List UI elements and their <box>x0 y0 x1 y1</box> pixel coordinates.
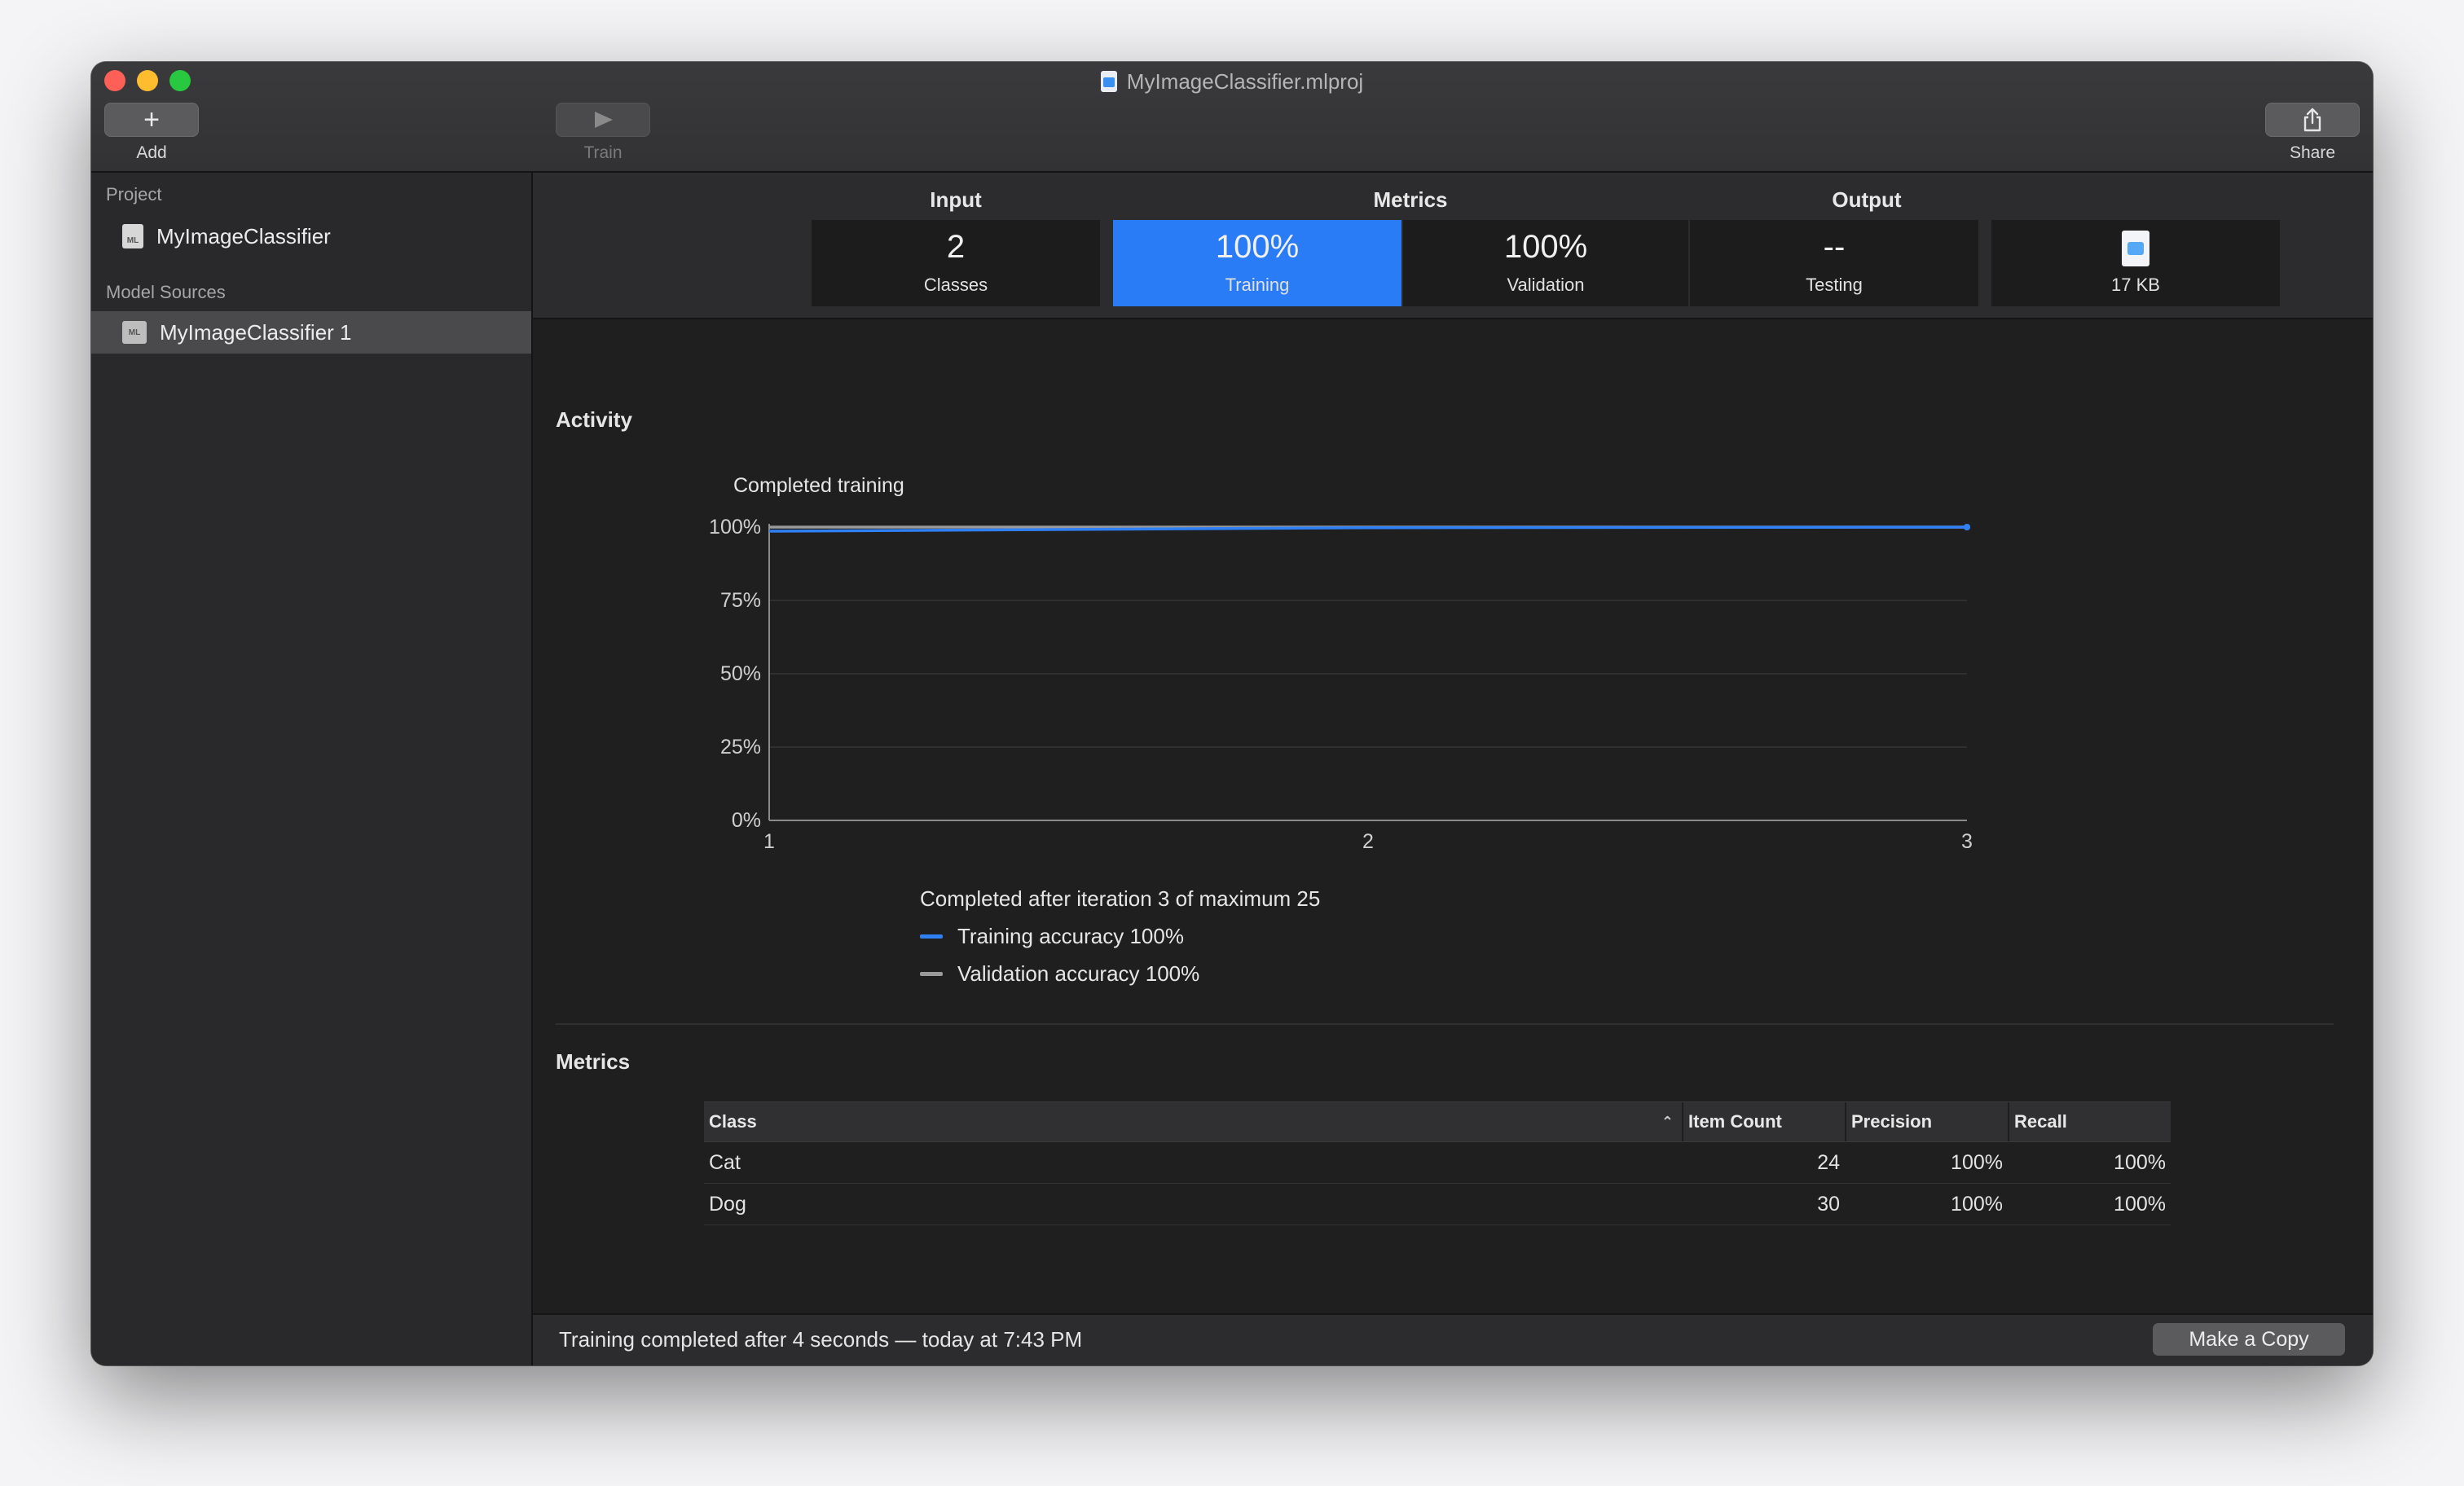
iteration-summary: Completed after iteration 3 of maximum 2… <box>920 886 1321 911</box>
project-file-icon: ML <box>122 224 143 248</box>
validation-label: Validation <box>1507 275 1585 295</box>
sidebar-item-project-label: MyImageClassifier <box>156 223 331 248</box>
cell-recall: 100% <box>2114 1192 2166 1216</box>
legend-training-swatch <box>920 934 943 939</box>
training-value: 100% <box>1215 229 1300 265</box>
cell-item-count: 30 <box>1817 1192 1840 1216</box>
add-button[interactable]: + <box>104 103 199 137</box>
status-text: Training completed after 4 seconds — tod… <box>559 1327 1083 1352</box>
legend-validation-label: Validation accuracy 100% <box>957 961 1200 986</box>
input-header: Input <box>930 187 982 212</box>
summary-bar: Input Metrics Output 2 Classes 100% Trai… <box>533 173 2373 319</box>
x-tick-label: 1 <box>763 830 775 853</box>
training-accuracy-chart: 0% 25% 50% 75% 100% 1 2 3 <box>709 516 1973 853</box>
y-tick-label: 75% <box>720 589 761 612</box>
share-control: Share <box>2265 103 2360 163</box>
plus-icon: + <box>143 104 160 135</box>
train-button[interactable] <box>556 103 650 137</box>
play-icon <box>595 112 613 128</box>
cell-recall: 100% <box>2114 1150 2166 1174</box>
cell-item-count: 24 <box>1817 1150 1840 1174</box>
legend-training: Training accuracy 100% <box>920 924 1184 949</box>
training-card[interactable]: 100% Training <box>1113 220 1401 306</box>
validation-value: 100% <box>1503 229 1588 265</box>
validation-card[interactable]: 100% Validation <box>1403 220 1688 306</box>
output-header: Output <box>1832 187 1902 212</box>
column-header-class[interactable]: Class ⌃ <box>704 1102 1682 1141</box>
title-bar: MyImageClassifier.mlproj <box>91 65 2373 98</box>
share-label: Share <box>2289 143 2336 162</box>
window-title: MyImageClassifier.mlproj <box>1126 68 1364 94</box>
classes-value: 2 <box>946 229 966 265</box>
classes-label: Classes <box>923 275 988 295</box>
metrics-title: Metrics <box>556 1049 631 1074</box>
legend-validation-swatch <box>920 972 943 976</box>
status-bar: Training completed after 4 seconds — tod… <box>533 1313 2373 1365</box>
cell-precision: 100% <box>1951 1192 2003 1216</box>
testing-label: Testing <box>1806 275 1863 295</box>
add-control: + Add <box>104 103 199 163</box>
model-source-icon: ML <box>122 321 147 344</box>
metrics-header: Metrics <box>1373 187 1448 212</box>
cell-class: Dog <box>709 1192 746 1216</box>
sidebar-header-project: Project <box>106 184 162 204</box>
column-header-precision[interactable]: Precision <box>1845 1102 2008 1141</box>
make-a-copy-button[interactable]: Make a Copy <box>2153 1323 2345 1356</box>
testing-value: -- <box>1823 229 1846 265</box>
metrics-table: Class ⌃ Item Count Precision Recall Cat … <box>704 1101 2171 1225</box>
activity-title: Activity <box>556 407 632 432</box>
output-card[interactable]: 17 KB <box>1991 220 2280 306</box>
testing-card[interactable]: -- Testing <box>1690 220 1978 306</box>
x-tick-label: 3 <box>1961 830 1973 853</box>
table-row[interactable]: Dog 30 100% 100% <box>704 1184 2171 1225</box>
sidebar-item-model-source-label: MyImageClassifier 1 <box>160 319 352 345</box>
data-point <box>1964 524 1970 530</box>
classes-card[interactable]: 2 Classes <box>812 220 1100 306</box>
y-tick-label: 50% <box>720 662 761 685</box>
share-icon <box>2303 108 2321 132</box>
mlmodel-file-icon <box>2122 231 2149 266</box>
cell-precision: 100% <box>1951 1150 2003 1174</box>
sort-ascending-icon: ⌃ <box>1661 1113 1674 1130</box>
output-size: 17 KB <box>2111 275 2160 295</box>
app-window: MyImageClassifier.mlproj + Add Train Sha… <box>91 62 2373 1365</box>
column-header-item-count[interactable]: Item Count <box>1682 1102 1845 1141</box>
sidebar-item-model-source[interactable]: ML MyImageClassifier 1 <box>91 311 531 354</box>
sidebar: Project ML MyImageClassifier Model Sourc… <box>91 173 533 1365</box>
y-tick-label: 0% <box>732 809 761 832</box>
sidebar-item-project[interactable]: ML MyImageClassifier <box>91 215 531 257</box>
column-header-recall[interactable]: Recall <box>2008 1102 2171 1141</box>
train-control: Train <box>556 103 650 163</box>
add-label: Add <box>136 143 167 162</box>
y-tick-label: 25% <box>720 736 761 758</box>
sidebar-header-model-sources: Model Sources <box>106 282 226 302</box>
x-tick-label: 2 <box>1362 830 1374 853</box>
train-label: Train <box>583 143 623 162</box>
toolbar: MyImageClassifier.mlproj + Add Train Sha… <box>91 62 2373 173</box>
training-label: Training <box>1225 275 1290 295</box>
mlproj-document-icon <box>1100 71 1117 92</box>
chart-title: Completed training <box>733 474 904 497</box>
cell-class: Cat <box>709 1150 741 1174</box>
legend-training-label: Training accuracy 100% <box>957 924 1184 948</box>
table-header: Class ⌃ Item Count Precision Recall <box>704 1101 2171 1142</box>
y-tick-label: 100% <box>709 516 761 539</box>
legend-validation: Validation accuracy 100% <box>920 961 1199 987</box>
section-divider <box>556 1023 2334 1025</box>
main-content: Input Metrics Output 2 Classes 100% Trai… <box>533 173 2373 1365</box>
table-row[interactable]: Cat 24 100% 100% <box>704 1142 2171 1184</box>
share-button[interactable] <box>2265 103 2360 137</box>
